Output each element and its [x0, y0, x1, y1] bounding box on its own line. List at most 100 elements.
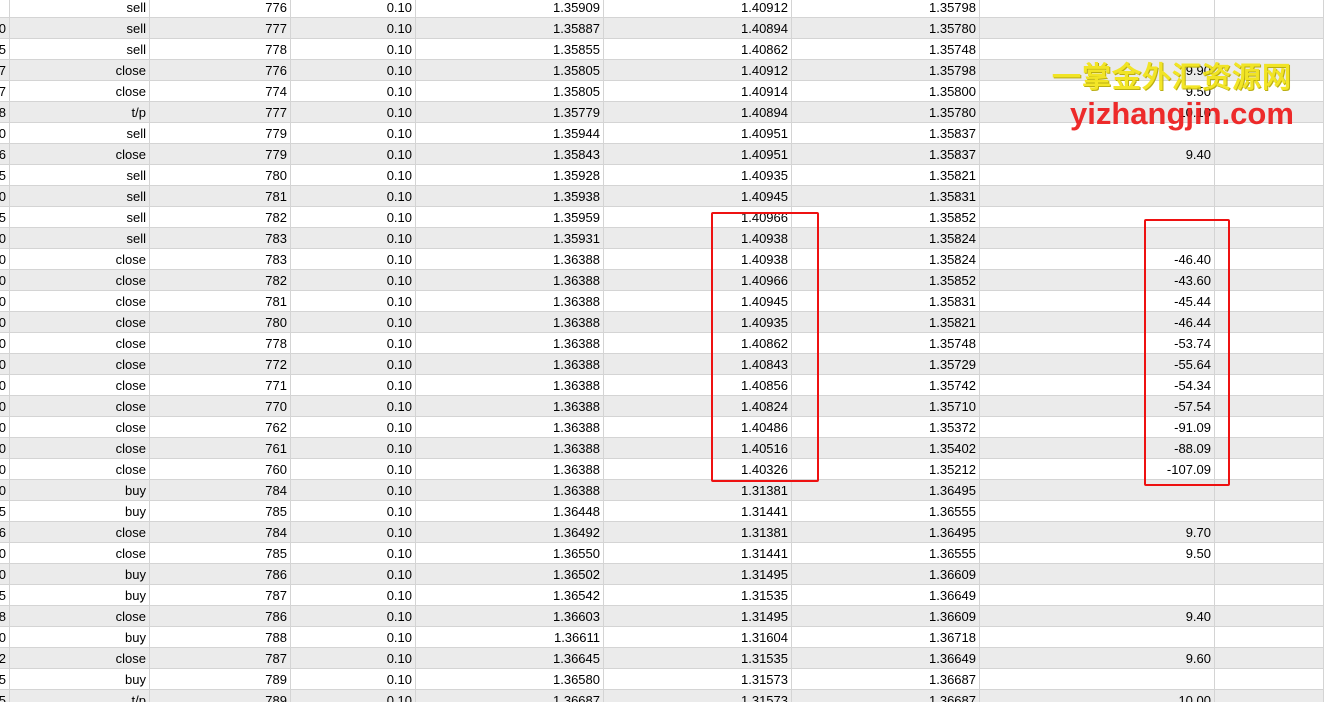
order-cell: 776 — [150, 60, 291, 80]
table-row[interactable]: sell 776 0.10 1.35909 1.40912 1.35798 — [0, 0, 1324, 18]
size-cell: 0.10 — [291, 627, 416, 647]
price-cell: 1.36542 — [416, 585, 604, 605]
tp-cell: 1.35852 — [792, 207, 980, 227]
row-id-cell: 0 — [0, 186, 10, 206]
sl-cell: 1.40862 — [604, 39, 792, 59]
order-cell: 786 — [150, 606, 291, 626]
row-id-cell: 0 — [0, 354, 10, 374]
table-row[interactable]: 0close7830.101.363881.409381.35824-46.40 — [0, 249, 1324, 270]
price-cell: 1.36580 — [416, 669, 604, 689]
empty-cell — [1215, 480, 1324, 500]
table-row[interactable]: 5t/p7890.101.366871.315731.3668710.00 — [0, 690, 1324, 702]
profit-cell — [980, 186, 1215, 206]
table-row[interactable]: 0close7810.101.363881.409451.35831-45.44 — [0, 291, 1324, 312]
table-row[interactable]: 2close7870.101.366451.315351.366499.60 — [0, 648, 1324, 669]
profit-cell: -107.09 — [980, 459, 1215, 479]
profit-cell — [980, 627, 1215, 647]
size-cell: 0.10 — [291, 669, 416, 689]
size-cell: 0.10 — [291, 207, 416, 227]
row-id-cell: 7 — [0, 60, 10, 80]
table-row[interactable]: 0close7710.101.363881.408561.35742-54.34 — [0, 375, 1324, 396]
row-id-cell: 0 — [0, 480, 10, 500]
tp-cell: 1.35372 — [792, 417, 980, 437]
table-row[interactable]: 0close7800.101.363881.409351.35821-46.44 — [0, 312, 1324, 333]
row-id-cell: 7 — [0, 81, 10, 101]
type-cell: buy — [10, 627, 150, 647]
size-cell: 0.10 — [291, 522, 416, 542]
table-row[interactable]: 0sell7790.101.359441.409511.35837 — [0, 123, 1324, 144]
price-cell: 1.35938 — [416, 186, 604, 206]
table-row[interactable]: 0buy7860.101.365021.314951.36609 — [0, 564, 1324, 585]
order-cell: 785 — [150, 543, 291, 563]
sl-cell: 1.40966 — [604, 207, 792, 227]
table-row[interactable]: 7close7740.101.358051.409141.358009.50 — [0, 81, 1324, 102]
sl-cell: 1.31604 — [604, 627, 792, 647]
table-row[interactable]: 5buy7890.101.365801.315731.36687 — [0, 669, 1324, 690]
empty-cell — [1215, 669, 1324, 689]
table-row[interactable]: 0buy7880.101.366111.316041.36718 — [0, 627, 1324, 648]
sl-cell: 1.40935 — [604, 312, 792, 332]
profit-cell: 10.10 — [980, 102, 1215, 122]
size-cell: 0.10 — [291, 543, 416, 563]
profit-cell: -46.44 — [980, 312, 1215, 332]
type-cell: close — [10, 606, 150, 626]
type-cell: close — [10, 417, 150, 437]
profit-cell: 9.70 — [980, 522, 1215, 542]
empty-cell — [1215, 102, 1324, 122]
sl-cell: 1.31535 — [604, 648, 792, 668]
type-cell: close — [10, 375, 150, 395]
row-id-cell: 0 — [0, 459, 10, 479]
empty-cell — [1215, 249, 1324, 269]
profit-cell: 9.40 — [980, 606, 1215, 626]
table-row[interactable]: 0close7610.101.363881.405161.35402-88.09 — [0, 438, 1324, 459]
tp-cell: 1.35710 — [792, 396, 980, 416]
price-cell: 1.36388 — [416, 438, 604, 458]
order-cell: 780 — [150, 165, 291, 185]
sl-cell: 1.31495 — [604, 564, 792, 584]
table-row[interactable]: 8close7860.101.366031.314951.366099.40 — [0, 606, 1324, 627]
sl-cell: 1.40824 — [604, 396, 792, 416]
table-row[interactable]: 0close7620.101.363881.404861.35372-91.09 — [0, 417, 1324, 438]
table-row[interactable]: 0close7820.101.363881.409661.35852-43.60 — [0, 270, 1324, 291]
table-row[interactable]: 0sell7770.101.358871.408941.35780 — [0, 18, 1324, 39]
tp-cell: 1.35824 — [792, 228, 980, 248]
table-row[interactable]: 7close7760.101.358051.409121.357989.90 — [0, 60, 1324, 81]
row-id-cell: 0 — [0, 123, 10, 143]
table-row[interactable]: 5sell7800.101.359281.409351.35821 — [0, 165, 1324, 186]
table-row[interactable]: 0close7700.101.363881.408241.35710-57.54 — [0, 396, 1324, 417]
type-cell: close — [10, 522, 150, 542]
tp-cell: 1.36495 — [792, 480, 980, 500]
empty-cell — [1215, 18, 1324, 38]
table-row[interactable]: 5sell7780.101.358551.408621.35748 — [0, 39, 1324, 60]
row-id-cell: 5 — [0, 165, 10, 185]
type-cell: close — [10, 459, 150, 479]
type-cell: close — [10, 543, 150, 563]
table-row[interactable]: 0sell7830.101.359311.409381.35824 — [0, 228, 1324, 249]
table-row[interactable]: 0close7720.101.363881.408431.35729-55.64 — [0, 354, 1324, 375]
tp-cell: 1.36609 — [792, 564, 980, 584]
price-cell: 1.36550 — [416, 543, 604, 563]
table-row[interactable]: 0close7600.101.363881.403261.35212-107.0… — [0, 459, 1324, 480]
table-row[interactable]: 8t/p7770.101.357791.408941.3578010.10 — [0, 102, 1324, 123]
size-cell: 0.10 — [291, 606, 416, 626]
table-row[interactable]: 0buy7840.101.363881.313811.36495 — [0, 480, 1324, 501]
sl-cell: 1.40894 — [604, 102, 792, 122]
table-row[interactable]: 6close7790.101.358431.409511.358379.40 — [0, 144, 1324, 165]
size-cell: 0.10 — [291, 417, 416, 437]
table-row[interactable]: 0close7850.101.365501.314411.365559.50 — [0, 543, 1324, 564]
type-cell: close — [10, 354, 150, 374]
sl-cell: 1.40938 — [604, 249, 792, 269]
table-row[interactable]: 0sell7810.101.359381.409451.35831 — [0, 186, 1324, 207]
size-cell: 0.10 — [291, 354, 416, 374]
order-cell: 776 — [150, 0, 291, 17]
type-cell: close — [10, 249, 150, 269]
size-cell: 0.10 — [291, 501, 416, 521]
order-cell: 778 — [150, 333, 291, 353]
table-row[interactable]: 6close7840.101.364921.313811.364959.70 — [0, 522, 1324, 543]
table-row[interactable]: 5sell7820.101.359591.409661.35852 — [0, 207, 1324, 228]
table-row[interactable]: 5buy7850.101.364481.314411.36555 — [0, 501, 1324, 522]
table-row[interactable]: 0close7780.101.363881.408621.35748-53.74 — [0, 333, 1324, 354]
profit-cell: -55.64 — [980, 354, 1215, 374]
profit-cell — [980, 228, 1215, 248]
table-row[interactable]: 5buy7870.101.365421.315351.36649 — [0, 585, 1324, 606]
